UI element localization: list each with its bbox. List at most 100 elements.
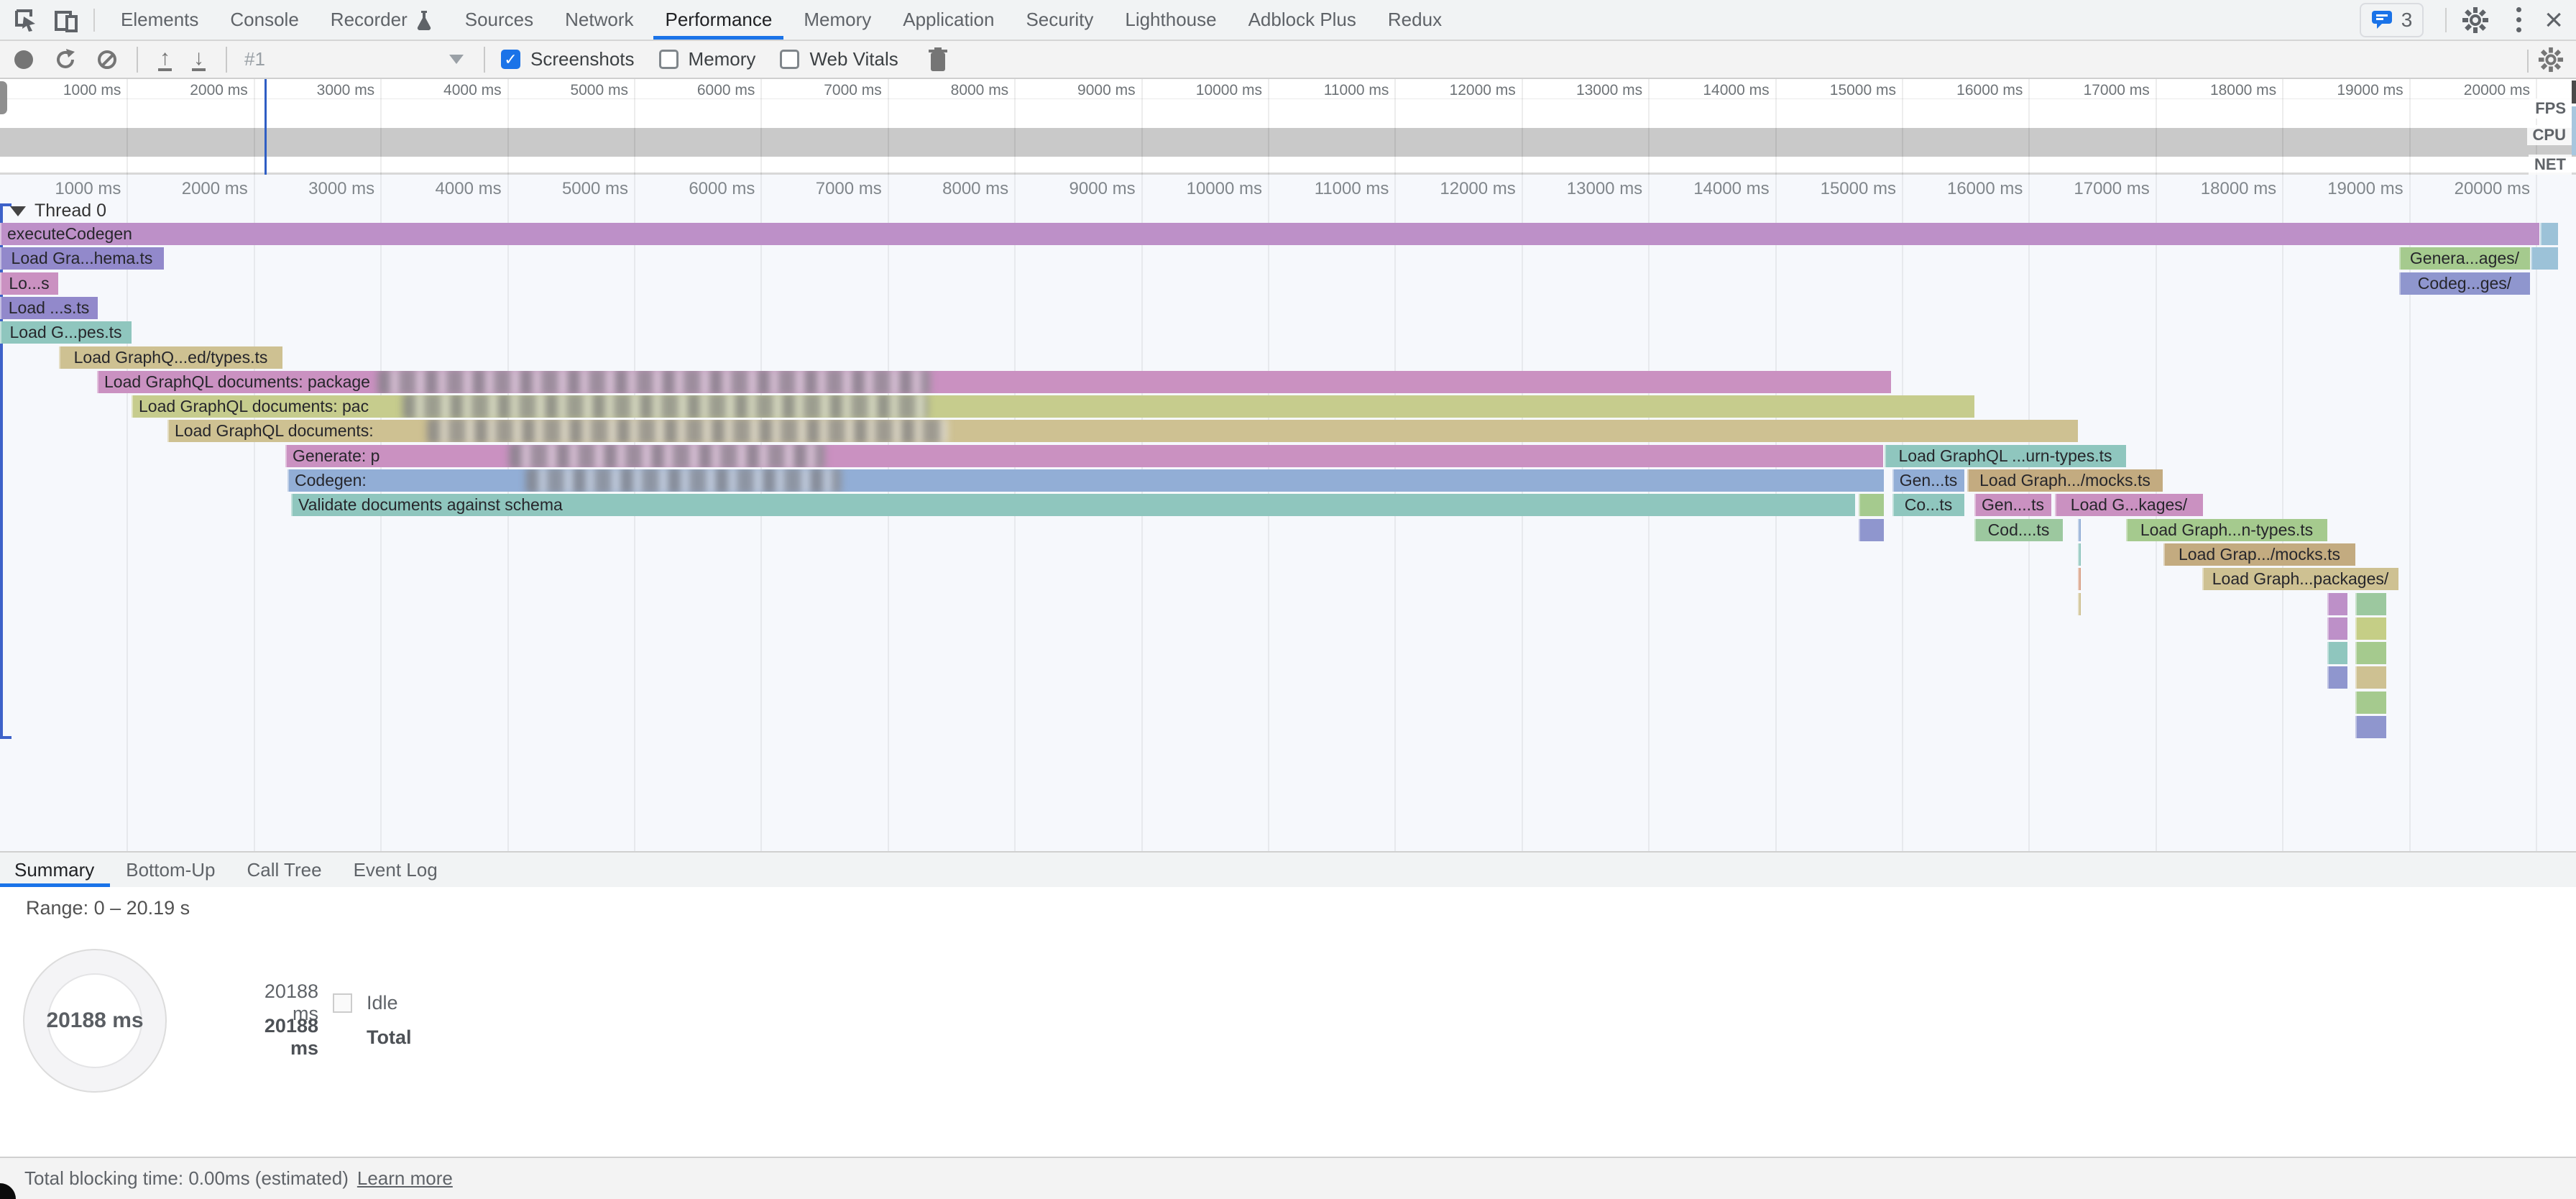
flame-bar-small[interactable] [2355, 666, 2386, 689]
flame-bar[interactable]: Load ...s.ts [0, 297, 98, 319]
checkbox-label[interactable]: Memory [689, 48, 756, 70]
flame-bar-small[interactable] [2327, 642, 2347, 664]
flame-bar[interactable]: Load Graph.../mocks.ts [1967, 469, 2163, 492]
tab-label: Lighthouse [1125, 9, 1216, 31]
flame-bar-label: Co...ts [1892, 495, 1964, 515]
flame-bar[interactable]: Cod....ts [1974, 519, 2063, 541]
overview-tick-label: 11000 ms [1265, 82, 1389, 99]
flame-chart[interactable]: Thread 0 1000 ms2000 ms3000 ms4000 ms500… [0, 175, 2576, 851]
flame-bar[interactable]: Generate: p [285, 445, 1883, 467]
tab-adblock-plus[interactable]: Adblock Plus [1233, 0, 1372, 40]
tab-sources[interactable]: Sources [449, 0, 549, 40]
checkbox-label[interactable]: Web Vitals [809, 48, 898, 70]
capture-settings-gear-icon[interactable] [2538, 47, 2564, 73]
flame-bar[interactable]: Gen...ts [1892, 469, 1964, 492]
flame-bar-small[interactable] [2540, 223, 2558, 245]
flame-bar[interactable]: Load G...kages/ [2055, 494, 2203, 516]
flame-bar-label: Load Graph.../mocks.ts [1967, 471, 2163, 490]
flame-bar[interactable]: Load GraphQL ...urn-types.ts [1885, 445, 2126, 467]
flame-tick-label: 14000 ms [1646, 179, 1770, 199]
tab-elements[interactable]: Elements [105, 0, 214, 40]
flame-bar[interactable]: Genera...ages/ [2399, 247, 2530, 270]
flame-bar[interactable]: Load GraphQL documents: [167, 420, 2078, 442]
flame-tick-label: 9000 ms [1012, 179, 1136, 199]
tab-network[interactable]: Network [549, 0, 649, 40]
gridline [254, 175, 255, 851]
overview-tick-label: 13000 ms [1519, 82, 1642, 99]
overview-tick-label: 9000 ms [1012, 82, 1136, 99]
more-options-kebab-icon[interactable] [2501, 3, 2536, 37]
recording-session-select[interactable]: #1 [244, 48, 464, 70]
flame-bar[interactable]: Load Graph...packages/ [2202, 568, 2398, 590]
tab-redux[interactable]: Redux [1372, 0, 1458, 40]
flame-bar-small[interactable] [2355, 642, 2386, 664]
flame-bar[interactable]: Gen....ts [1974, 494, 2051, 516]
flame-bar-small[interactable] [2355, 716, 2386, 738]
tab-console[interactable]: Console [214, 0, 314, 40]
filmstrip-thumbnail-sliver[interactable] [2572, 106, 2576, 155]
tab-event-log[interactable]: Event Log [338, 853, 454, 887]
flame-bar[interactable]: Load GraphQL documents: package [97, 371, 1891, 393]
flame-bar-small[interactable] [2078, 519, 2081, 541]
record-button[interactable] [14, 50, 33, 69]
flame-bar[interactable]: Co...ts [1892, 494, 1964, 516]
overview-tick-label: 5000 ms [505, 82, 628, 99]
flame-bar-small[interactable] [2078, 593, 2081, 615]
web-vitals-checkbox[interactable]: Web Vitals [780, 48, 898, 70]
clear-recording-icon[interactable] [98, 50, 116, 69]
flame-bar[interactable]: Codegen: [288, 469, 1884, 492]
flame-bar[interactable]: Lo...s [0, 272, 58, 295]
flame-bar[interactable]: Load Graph...n-types.ts [2126, 519, 2327, 541]
flame-bar[interactable]: Validate documents against schema [291, 494, 1855, 516]
memory-checkbox[interactable]: Memory [659, 48, 756, 70]
tab-summary[interactable]: Summary [0, 853, 110, 887]
tab-application[interactable]: Application [887, 0, 1010, 40]
flame-bar-small[interactable] [2078, 568, 2081, 590]
flame-bar-small[interactable] [1859, 519, 1884, 541]
save-profile-icon[interactable]: ↓ [192, 48, 206, 71]
flame-bar-small[interactable] [2327, 666, 2347, 689]
flame-tick-label: 17000 ms [2026, 179, 2150, 199]
tab-lighthouse[interactable]: Lighthouse [1109, 0, 1232, 40]
tab-performance[interactable]: Performance [649, 0, 788, 40]
flame-bar-small[interactable] [2327, 593, 2347, 615]
tab-bottom-up[interactable]: Bottom-Up [110, 853, 231, 887]
flame-bar[interactable]: Load GraphQL documents: pac [132, 395, 1974, 418]
settings-gear-icon[interactable] [2458, 3, 2493, 37]
checkbox-label[interactable]: Screenshots [530, 48, 635, 70]
flame-bar[interactable]: Load Gra...hema.ts [0, 247, 164, 270]
flame-bar[interactable]: Codeg...ges/ [2399, 272, 2530, 295]
checkbox-box[interactable]: ✓ [501, 50, 520, 69]
issues-counter-button[interactable]: 3 [2360, 3, 2424, 37]
flame-bar[interactable]: Load G...pes.ts [0, 321, 132, 344]
overview-scroll-thumb[interactable] [2572, 81, 2576, 104]
checkbox-box[interactable] [780, 50, 799, 69]
flame-bar-small[interactable] [1859, 494, 1884, 516]
tab-recorder[interactable]: Recorder [315, 0, 449, 40]
flame-bar-small[interactable] [2327, 617, 2347, 640]
flame-bar-small[interactable] [2355, 593, 2386, 615]
flame-bar[interactable]: executeCodegen [0, 223, 2539, 245]
device-toolbar-icon[interactable] [52, 6, 80, 35]
flame-bar[interactable]: Load GraphQ...ed/types.ts [59, 346, 282, 369]
flame-bar-small[interactable] [2078, 543, 2081, 566]
tab-security[interactable]: Security [1010, 0, 1109, 40]
flame-bar[interactable]: Load Grap.../mocks.ts [2163, 543, 2355, 566]
timeline-overview[interactable]: 1000 ms2000 ms3000 ms4000 ms5000 ms6000 … [0, 79, 2576, 175]
tab-memory[interactable]: Memory [788, 0, 887, 40]
tab-call-tree[interactable]: Call Tree [231, 853, 338, 887]
learn-more-link[interactable]: Learn more [357, 1167, 453, 1190]
screenshots-checkbox[interactable]: ✓ Screenshots [501, 48, 635, 70]
redacted-blur-region [377, 371, 931, 393]
flame-bar-small[interactable] [2355, 692, 2386, 714]
inspect-element-icon[interactable] [12, 6, 40, 35]
close-devtools-icon[interactable]: × [2544, 4, 2563, 36]
trash-icon[interactable] [927, 47, 949, 73]
checkbox-box[interactable] [659, 50, 678, 69]
flame-bar-small[interactable] [2531, 247, 2558, 270]
thread-header[interactable]: Thread 0 [10, 201, 106, 221]
reload-and-record-icon[interactable] [53, 47, 78, 72]
flame-bar-small[interactable] [2355, 617, 2386, 640]
load-profile-icon[interactable]: ↑ [158, 48, 172, 71]
toolbar-divider [484, 47, 485, 73]
